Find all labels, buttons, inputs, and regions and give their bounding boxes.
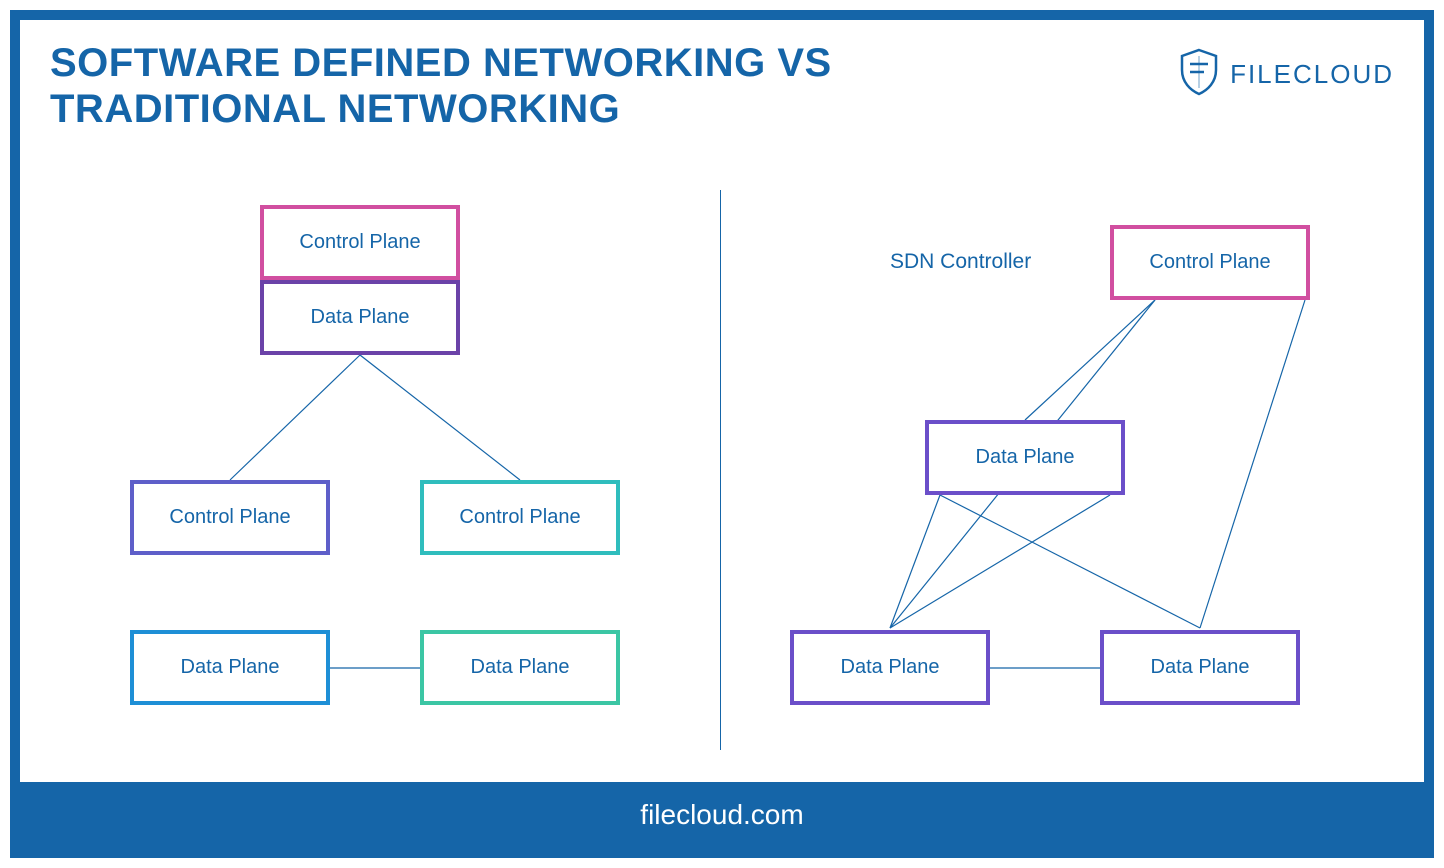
- outer-frame: SOFTWARE DEFINED NETWORKING VS TRADITION…: [10, 10, 1434, 858]
- vertical-divider: [720, 190, 721, 750]
- sdn-control-plane: Control Plane: [1110, 225, 1310, 300]
- trad-right-data-plane: Data Plane: [420, 630, 620, 705]
- trad-top-control-plane: Control Plane: [260, 205, 460, 280]
- trad-left-data-plane: Data Plane: [130, 630, 330, 705]
- logo-text: FILECLOUD: [1230, 59, 1394, 90]
- trad-top-data-plane: Data Plane: [260, 280, 460, 355]
- trad-left-control-plane: Control Plane: [130, 480, 330, 555]
- sdn-data-plane-right: Data Plane: [1100, 630, 1300, 705]
- sdn-controller-label: SDN Controller: [890, 250, 1031, 274]
- filecloud-logo: FILECLOUD: [1178, 48, 1394, 101]
- connection-lines: [20, 20, 1424, 848]
- sdn-data-plane-mid: Data Plane: [925, 420, 1125, 495]
- title-line1: SOFTWARE DEFINED NETWORKING VS: [50, 41, 832, 85]
- trad-right-control-plane: Control Plane: [420, 480, 620, 555]
- footer-url: filecloud.com: [640, 799, 803, 831]
- footer-bar: filecloud.com: [20, 782, 1424, 848]
- sdn-data-plane-left: Data Plane: [790, 630, 990, 705]
- diagram-header: SOFTWARE DEFINED NETWORKING VS TRADITION…: [50, 40, 1394, 132]
- title-line2: TRADITIONAL NETWORKING: [50, 87, 620, 131]
- shield-icon: [1178, 48, 1220, 101]
- title: SOFTWARE DEFINED NETWORKING VS TRADITION…: [50, 40, 832, 132]
